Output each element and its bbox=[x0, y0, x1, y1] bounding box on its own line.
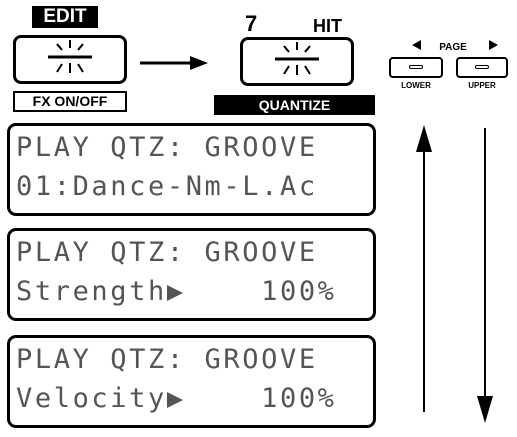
lcd-line-1: PLAY QTZ: GROOVE bbox=[16, 237, 318, 268]
lcd-line-1: PLAY QTZ: GROOVE bbox=[16, 132, 318, 163]
page-lower-arrow-icon bbox=[412, 40, 421, 50]
page-upper-arrow-icon bbox=[489, 40, 498, 50]
lcd-line-2: Velocity▶ 100% bbox=[16, 383, 337, 414]
lit-led-icon bbox=[48, 40, 92, 73]
lcd-screen-velocity: PLAY QTZ: GROOVE Velocity▶ 100% bbox=[7, 335, 376, 428]
up-arrow-icon bbox=[416, 125, 432, 412]
lcd-line-1: PLAY QTZ: GROOVE bbox=[16, 344, 318, 375]
down-arrow-icon bbox=[477, 128, 493, 423]
lcd-line-2: Strength▶ 100% bbox=[16, 276, 337, 307]
lcd-line-2: 01:Dance-Nm-L.Ac bbox=[16, 171, 318, 202]
lcd-screen-groove-type: PLAY QTZ: GROOVE 01:Dance-Nm-L.Ac bbox=[7, 123, 376, 216]
lcd-screen-strength: PLAY QTZ: GROOVE Strength▶ 100% bbox=[7, 228, 376, 321]
right-arrow-icon bbox=[140, 56, 208, 70]
lit-led-icon bbox=[275, 42, 319, 75]
